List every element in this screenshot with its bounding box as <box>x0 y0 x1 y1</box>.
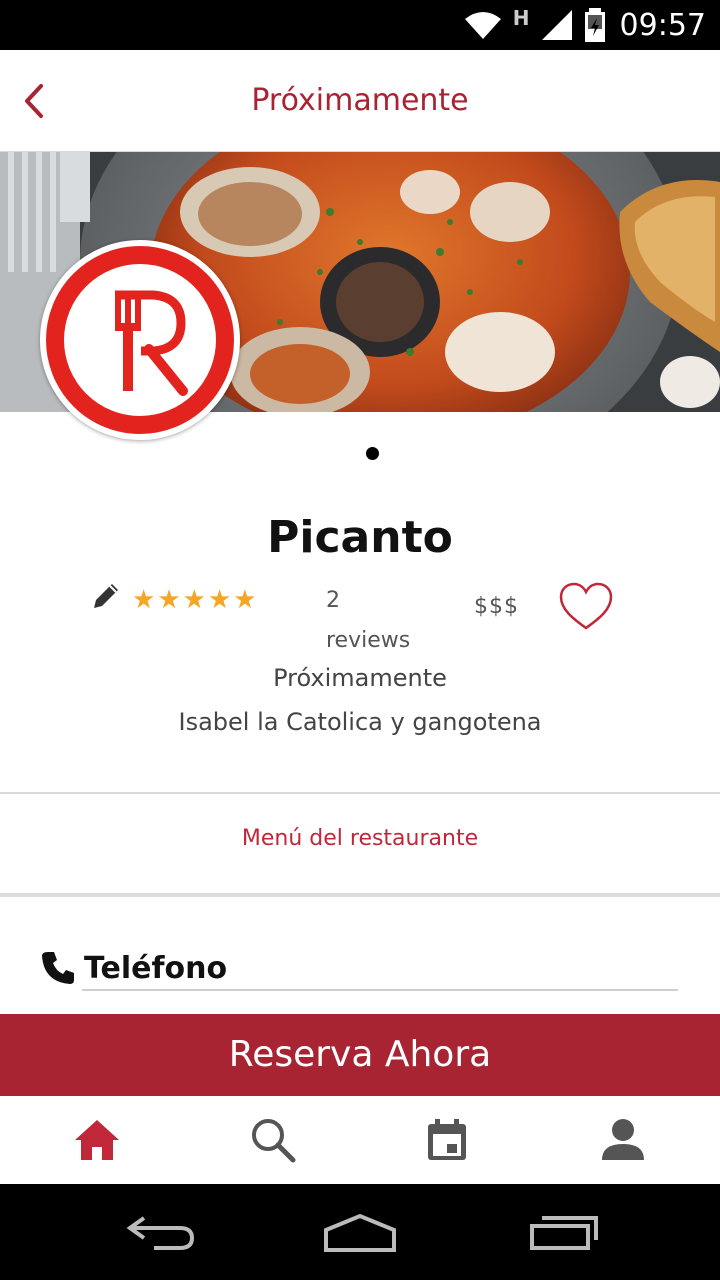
star-icon: ★ <box>157 585 181 615</box>
page-title: Próximamente <box>251 83 469 118</box>
back-arrow-icon <box>126 1216 195 1250</box>
status-bar: H 09:57 <box>0 0 720 50</box>
divider <box>0 893 720 897</box>
write-review-button[interactable] <box>90 580 122 612</box>
pencil-icon <box>94 584 118 608</box>
system-navigation-bar <box>0 1184 720 1280</box>
restaurant-address: Isabel la Catolica y gangotena <box>178 708 542 736</box>
reviews-label[interactable]: reviews <box>326 628 410 653</box>
restaurant-logo <box>40 240 240 440</box>
network-type-label: H <box>512 6 530 30</box>
restaurant-menu-link[interactable]: Menú del restaurante <box>0 826 720 851</box>
phone-label: Teléfono <box>84 950 228 986</box>
home-outline-icon <box>324 1213 396 1252</box>
search-icon <box>252 1119 296 1163</box>
app-bar: Próximamente <box>0 50 720 152</box>
system-home-button[interactable] <box>320 1210 400 1254</box>
recents-icon <box>530 1216 598 1250</box>
battery-icon <box>584 8 605 42</box>
divider <box>0 792 720 794</box>
heart-icon <box>559 582 613 630</box>
system-recents-button[interactable] <box>524 1210 604 1254</box>
star-icon: ★ <box>182 585 206 615</box>
wifi-icon <box>464 12 501 39</box>
phone-icon <box>42 952 74 984</box>
nav-profile[interactable] <box>533 1096 713 1184</box>
price-level: $$$ <box>474 594 519 619</box>
nav-home[interactable] <box>7 1096 187 1184</box>
star-icon: ★ <box>207 585 232 615</box>
nav-reservations[interactable] <box>357 1096 537 1184</box>
opening-status: Próximamente <box>273 664 447 692</box>
bottom-navigation <box>0 1096 720 1184</box>
calendar-icon <box>428 1119 466 1160</box>
star-icon: ★ <box>233 585 257 615</box>
star-icon: ★ <box>132 585 156 615</box>
reserve-now-button[interactable]: Reserva Ahora <box>0 1014 720 1096</box>
phone-underline <box>82 989 678 991</box>
favorite-button[interactable] <box>558 582 614 632</box>
profile-icon <box>602 1119 644 1160</box>
status-time: 09:57 <box>619 7 706 43</box>
home-icon <box>75 1120 119 1160</box>
rating-stars: ★ ★ ★ ★ ★ <box>132 585 257 615</box>
restaurant-name: Picanto <box>267 512 453 563</box>
status-icons: H 09:57 <box>463 0 706 50</box>
system-back-button[interactable] <box>120 1210 200 1254</box>
reviews-count[interactable]: 2 <box>326 588 340 613</box>
logo-r-icon <box>46 246 234 434</box>
nav-search[interactable] <box>183 1096 363 1184</box>
signal-icon <box>541 10 572 40</box>
phone-section[interactable]: Teléfono <box>40 946 227 990</box>
carousel-indicator[interactable] <box>366 447 379 460</box>
